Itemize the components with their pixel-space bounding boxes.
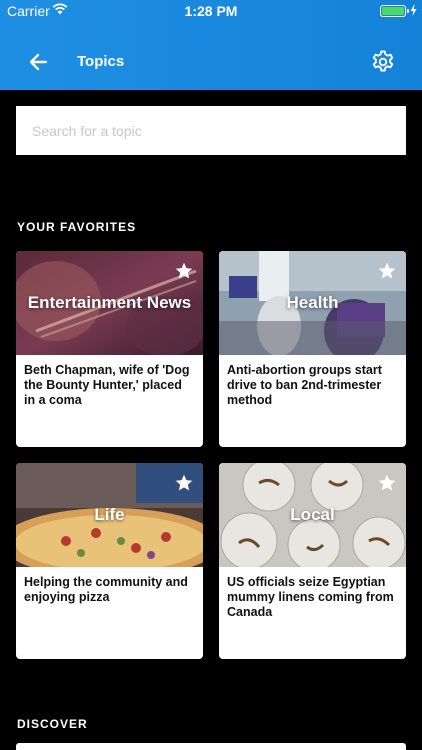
clock: 1:28 PM (184, 3, 238, 19)
headline: Anti-abortion groups start drive to ban … (227, 363, 382, 407)
topic-card-health[interactable]: Health Anti-abortion groups start drive … (219, 251, 406, 447)
headline: Beth Chapman, wife of 'Dog the Bounty Hu… (24, 363, 190, 407)
topic-card-life[interactable]: Life Helping the community and enjoying … (16, 463, 203, 659)
back-button[interactable] (26, 50, 52, 74)
headline: US officials seize Egyptian mummy linens… (227, 575, 394, 619)
topic-card-local[interactable]: Local US officials seize Egyptian mummy … (219, 463, 406, 659)
discover-card[interactable] (16, 743, 406, 750)
charging-icon (410, 4, 417, 16)
status-bar: Carrier 1:28 PM (0, 0, 422, 22)
battery-icon (380, 5, 409, 17)
page-title: Topics (77, 53, 125, 70)
discover-heading: DISCOVER (17, 717, 88, 731)
headline: Helping the community and enjoying pizza (24, 575, 188, 604)
favorite-star-icon[interactable] (174, 261, 194, 281)
favorite-star-icon[interactable] (377, 473, 397, 493)
topic-card-entertainment[interactable]: Entertainment News Beth Chapman, wife of… (16, 251, 203, 447)
settings-button[interactable] (370, 49, 396, 75)
favorite-star-icon[interactable] (377, 261, 397, 281)
favorite-star-icon[interactable] (174, 473, 194, 493)
app-header: Carrier 1:28 PM Topics (0, 0, 422, 90)
favorites-heading: YOUR FAVORITES (17, 220, 137, 234)
search-input[interactable] (16, 106, 406, 155)
